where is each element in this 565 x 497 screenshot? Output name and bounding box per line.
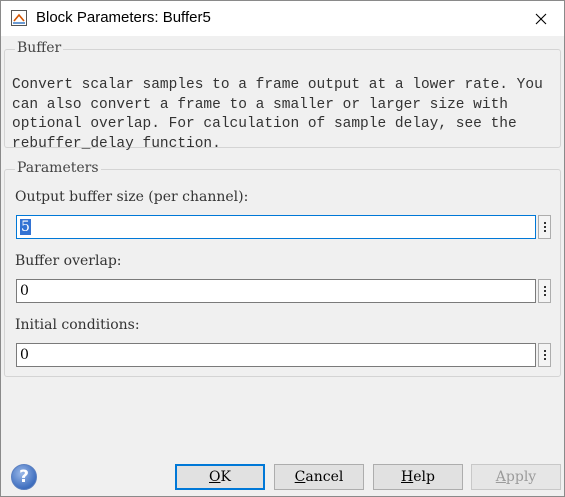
- title-bar: Block Parameters: Buffer5: [1, 1, 564, 36]
- initial-conditions-label: Initial conditions:: [15, 317, 140, 333]
- apply-button[interactable]: Apply: [471, 464, 561, 490]
- output-buffer-size-input[interactable]: 5: [16, 215, 536, 239]
- close-icon: [535, 13, 547, 24]
- ok-button-label: K: [220, 469, 231, 485]
- apply-button-mnemonic: A: [495, 469, 506, 485]
- ok-button-mnemonic: O: [209, 469, 221, 485]
- kebab-menu-icon: [543, 286, 546, 288]
- help-button-label: elp: [413, 469, 435, 485]
- buffer-overlap-input[interactable]: 0: [16, 279, 536, 303]
- cancel-button[interactable]: Cancel: [274, 464, 364, 490]
- window-title: Block Parameters: Buffer5: [36, 9, 211, 26]
- kebab-menu-icon: [543, 350, 546, 352]
- block-description: Convert scalar samples to a frame output…: [12, 77, 543, 152]
- kebab-menu-icon: [543, 222, 546, 224]
- apply-button-label: pply: [505, 469, 537, 485]
- output-buffer-size-value: 5: [20, 219, 31, 235]
- output-buffer-size-label: Output buffer size (per channel):: [15, 189, 249, 205]
- dialog-window: Block Parameters: Buffer5 Buffer Convert…: [0, 0, 565, 497]
- output-buffer-size-menu-button[interactable]: [538, 215, 551, 239]
- simulink-block-icon: [11, 10, 27, 26]
- help-circle-icon[interactable]: ?: [11, 464, 37, 490]
- buffer-overlap-label: Buffer overlap:: [15, 253, 122, 269]
- ok-button[interactable]: OK: [175, 464, 265, 490]
- parameters-group-label: Parameters: [15, 160, 101, 176]
- cancel-button-label: ancel: [305, 469, 344, 485]
- buffer-overlap-menu-button[interactable]: [538, 279, 551, 303]
- cancel-button-mnemonic: C: [294, 469, 306, 485]
- close-button[interactable]: [518, 1, 564, 36]
- initial-conditions-input[interactable]: 0: [16, 343, 536, 367]
- buffer-group-label: Buffer: [15, 40, 64, 56]
- help-button-mnemonic: H: [401, 469, 414, 485]
- initial-conditions-menu-button[interactable]: [538, 343, 551, 367]
- help-button[interactable]: Help: [373, 464, 463, 490]
